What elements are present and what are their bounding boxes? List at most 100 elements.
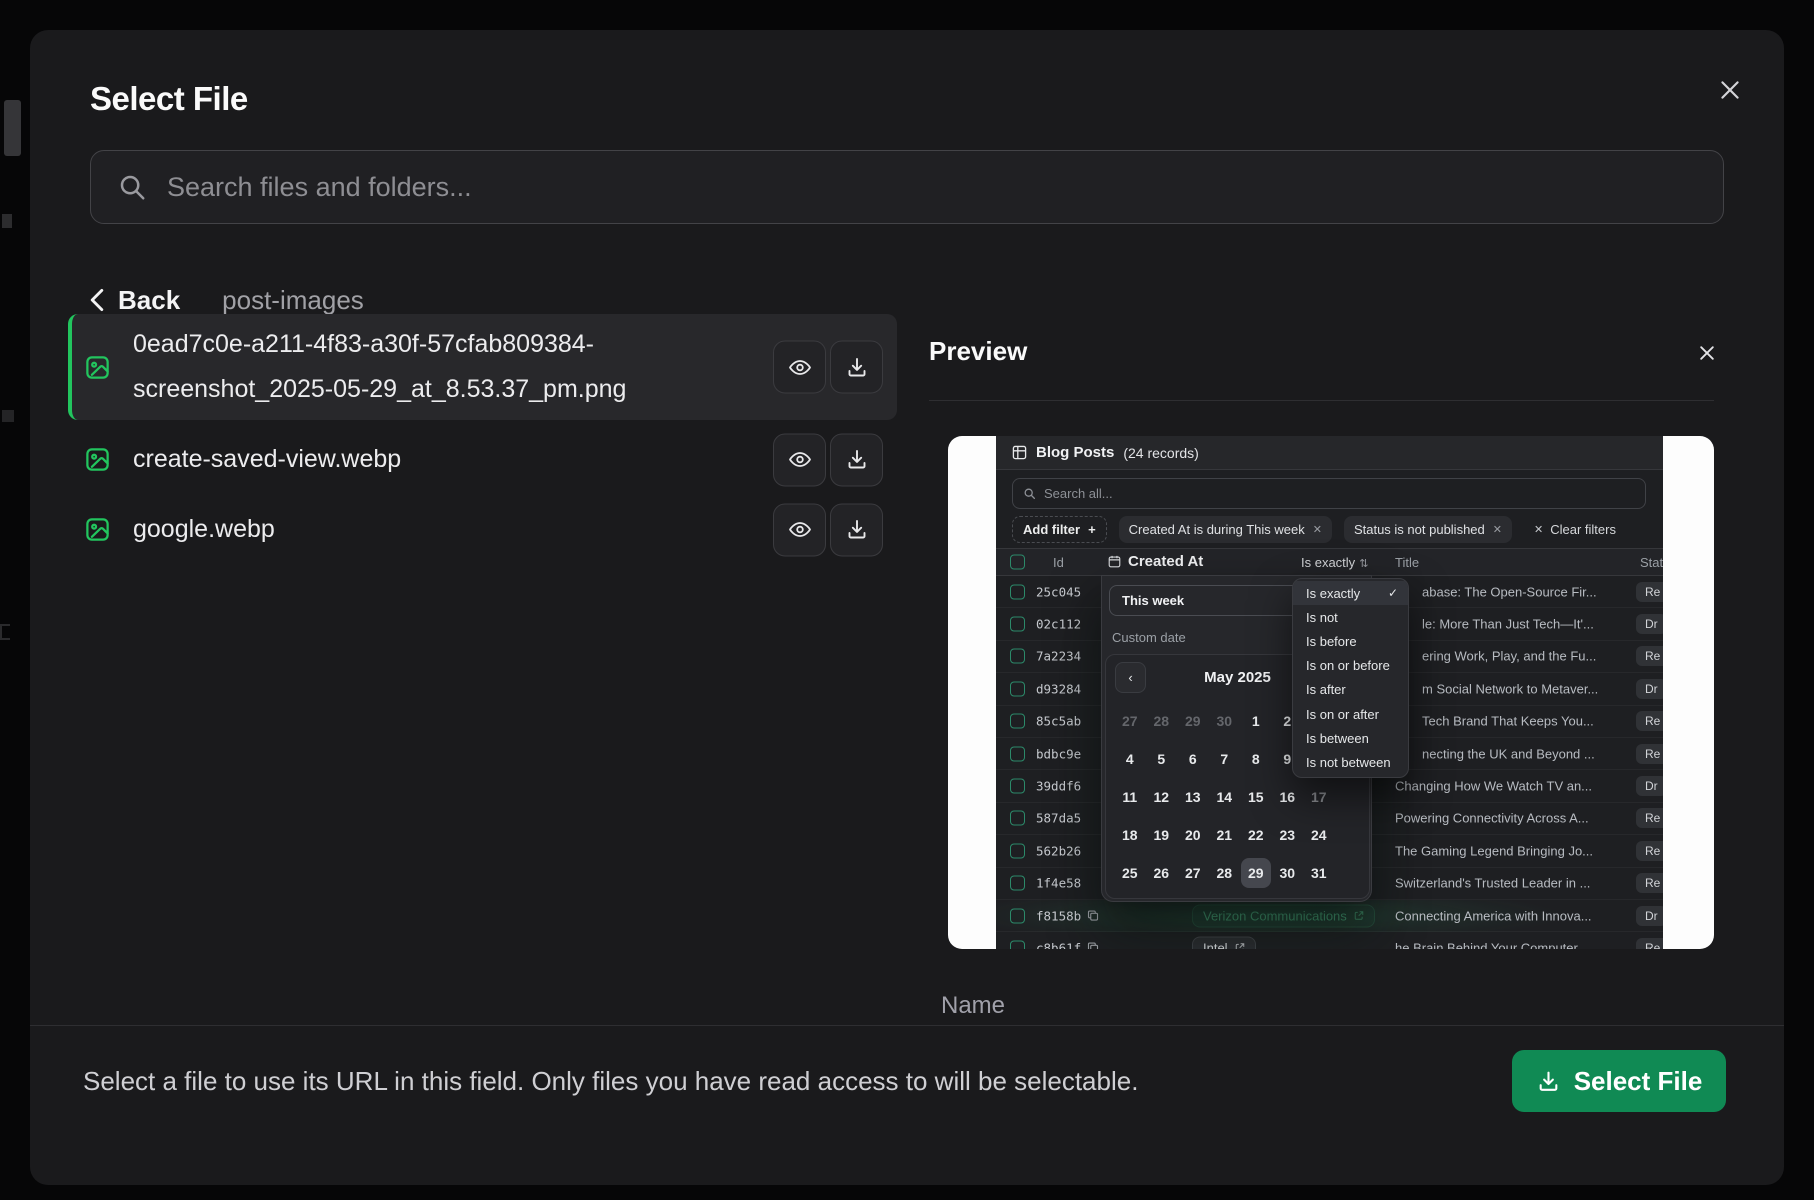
close-icon [1717,77,1743,103]
row-title: Tech Brand That Keeps You... [1422,714,1636,729]
search-input[interactable] [147,151,1723,223]
background-app-fragment [2,214,12,228]
calendar-day-number: 29 [1178,706,1208,736]
download-icon [845,518,869,542]
calendar-day-number: 30 [1272,858,1302,888]
calendar-day: 4 [1114,740,1146,778]
operator-menu-item: Is after ✓ [1293,678,1408,702]
sort-arrows-icon: ⇅ [1359,558,1368,570]
dialog-close-button[interactable] [1710,70,1750,110]
row-title: necting the UK and Beyond ... [1422,746,1636,761]
row-id: c8b61f [1036,940,1099,949]
file-name: 0ead7c0e-a211-4f83-a30f-57cfab809384-scr… [133,322,753,412]
preview-panel-title: Preview [929,336,1027,367]
row-status-badge: Re [1636,938,1663,949]
operator-menu-item-label: Is not [1306,610,1338,625]
operator-menu-item: Is between ✓ [1293,726,1408,750]
column-title: Title [1395,555,1419,570]
column-status: Stat [1640,555,1663,570]
download-file-button[interactable] [830,341,883,394]
calendar-day: 15 [1240,778,1272,816]
calendar-icon [1108,555,1121,568]
checkbox [1010,940,1025,949]
calendar-day-number: 30 [1209,706,1239,736]
calendar-day: 27 [1114,702,1146,740]
select-file-button-label: Select File [1574,1066,1703,1097]
calendar-day: 1 [1240,702,1272,740]
row-title: he Brain Behind Your Computer [1395,940,1635,949]
calendar-day: 5 [1146,740,1178,778]
operator-menu-item-label: Is between [1306,731,1369,746]
eye-icon [788,355,812,379]
calendar-day: 28 [1209,854,1241,892]
calendar-day: 21 [1209,816,1241,854]
close-icon: ✕ [1313,523,1322,536]
preview-close-button[interactable] [1690,336,1724,370]
row-id: 562b26 [1036,843,1081,858]
file-list-item[interactable]: 0ead7c0e-a211-4f83-a30f-57cfab809384-scr… [68,314,897,420]
calendar-day-number: 23 [1272,820,1302,850]
row-status-badge: Dr [1636,776,1663,796]
checkbox [1010,811,1025,826]
checkbox [1010,876,1025,891]
row-status-badge: Re [1636,582,1663,602]
row-title: le: More Than Just Tech—It'... [1422,617,1636,632]
row-title: m Social Network to Metaver... [1422,681,1636,696]
calendar-day-number: 15 [1241,782,1271,812]
calendar-day-number: 27 [1178,858,1208,888]
calendar-day-number: 26 [1146,858,1176,888]
calendar-day-number: 24 [1304,820,1334,850]
column-created-at-label: Created At [1128,553,1203,570]
row-status-badge: Re [1636,646,1663,666]
image-file-icon [84,446,111,473]
download-file-button[interactable] [830,503,883,556]
row-id: 85c5ab [1036,714,1081,729]
checkbox [1010,617,1025,632]
operator-menu-item-label: Is not between [1306,755,1391,770]
select-file-dialog: Select File Back post-images 0ead7c0e-a2… [30,30,1784,1185]
checkbox [1010,746,1025,761]
row-id: 587da5 [1036,811,1081,826]
row-id-value: 85c5ab [1036,714,1081,729]
calendar-day: 25 [1114,854,1146,892]
download-icon [1536,1069,1561,1094]
calendar-day-number: 7 [1209,744,1239,774]
add-filter-pill: Add filter + [1012,516,1107,543]
calendar-day: 28 [1146,702,1178,740]
file-search-bar [90,150,1724,224]
calendar-day-number: 22 [1241,820,1271,850]
check-icon: ✓ [1388,586,1398,600]
checkbox [1010,649,1025,664]
table-row: f8158b Verizon Communications Connecting… [996,900,1663,932]
calendar-day-number: 5 [1146,744,1176,774]
file-list-item[interactable]: google.webp [68,499,897,560]
preview-file-button[interactable] [773,341,826,394]
file-actions [773,433,883,486]
calendar-day: 14 [1209,778,1241,816]
checkbox [1010,779,1025,794]
row-id-value: 7a2234 [1036,649,1081,664]
row-status-badge: Re [1636,711,1663,731]
back-button[interactable]: Back [88,285,180,316]
calendar-day: 19 [1146,816,1178,854]
calendar-day-number: 6 [1178,744,1208,774]
file-name: create-saved-view.webp [133,437,401,482]
checkbox [1010,843,1025,858]
preview-file-button[interactable] [773,433,826,486]
download-icon [845,448,869,472]
footer-hint: Select a file to use its URL in this fie… [83,1066,1138,1097]
grid-icon [1012,445,1027,460]
calendar-day: 7 [1209,740,1241,778]
plus-icon: + [1088,522,1096,537]
preview-file-button[interactable] [773,503,826,556]
back-label: Back [118,285,180,316]
company-chip-label: Intel [1203,940,1228,949]
background-app-fragment [4,100,21,156]
select-file-button[interactable]: Select File [1512,1050,1726,1112]
file-list: 0ead7c0e-a211-4f83-a30f-57cfab809384-scr… [68,314,897,569]
row-id: 1f4e58 [1036,876,1081,891]
download-file-button[interactable] [830,433,883,486]
file-list-item[interactable]: create-saved-view.webp [68,429,897,490]
row-id-value: 587da5 [1036,811,1081,826]
eye-icon [788,448,812,472]
